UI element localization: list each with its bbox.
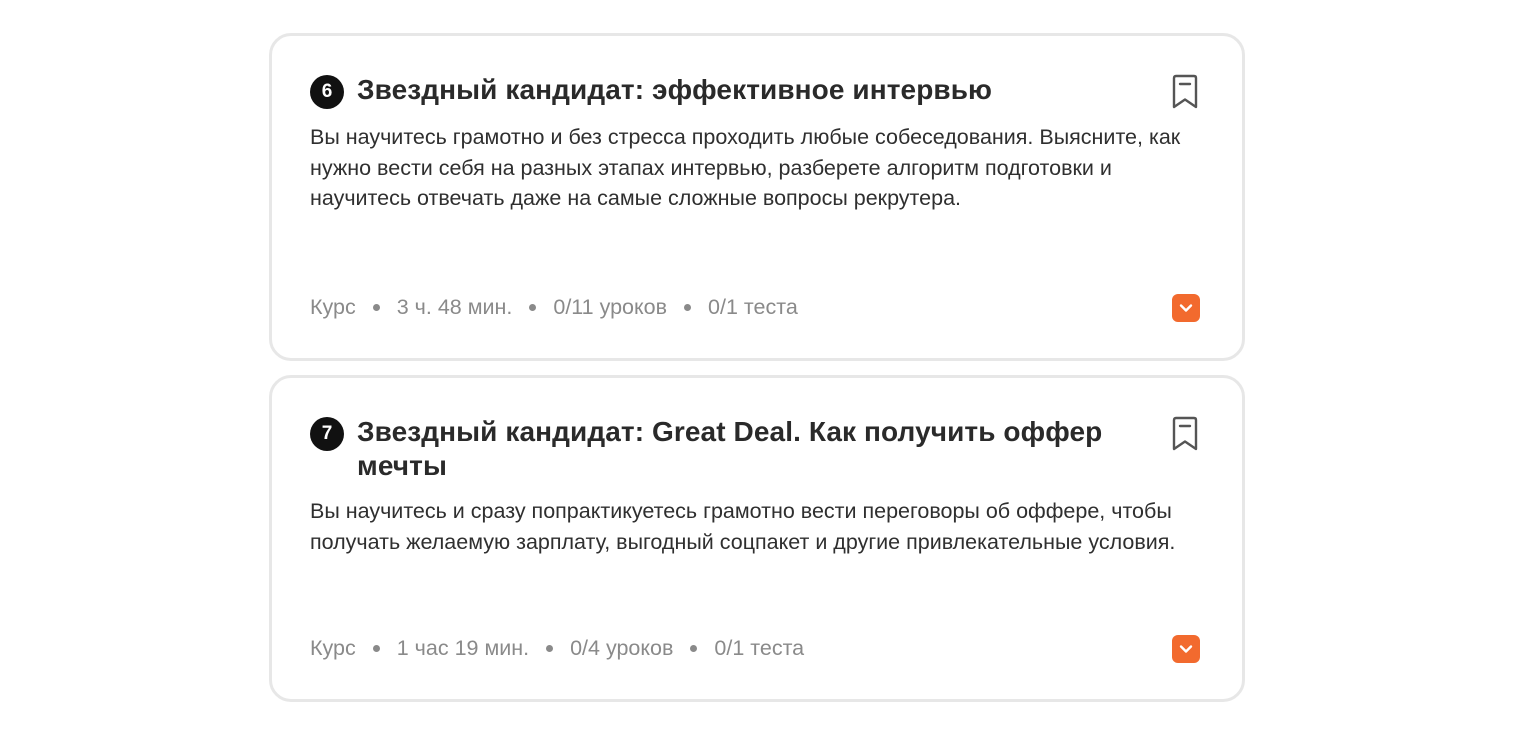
meta-separator	[546, 644, 554, 652]
course-duration: 3 ч. 48 мин.	[396, 295, 513, 319]
expand-button[interactable]	[1172, 294, 1200, 322]
meta-separator	[529, 303, 537, 311]
meta-separator	[372, 644, 380, 652]
course-tests-progress: 0/1 теста	[708, 295, 798, 319]
meta-separator	[684, 303, 692, 311]
chevron-down-icon	[1179, 645, 1193, 653]
course-lessons-progress: 0/4 уроков	[570, 636, 674, 660]
expand-button[interactable]	[1172, 635, 1200, 663]
course-title[interactable]: Звездный кандидат: Great Deal. Как получ…	[357, 415, 1140, 483]
course-lessons-progress: 0/11 уроков	[553, 295, 668, 319]
course-type: Курс	[310, 295, 356, 319]
meta-separator	[372, 303, 380, 311]
course-type: Курс	[310, 636, 356, 660]
course-description: Вы научитесь и сразу попрактикуетесь гра…	[310, 499, 1176, 554]
bookmark-icon[interactable]	[1170, 416, 1200, 452]
course-title[interactable]: Звездный кандидат: эффективное интервью	[357, 73, 992, 107]
course-duration: 1 час 19 мин.	[396, 636, 530, 660]
course-list: 6 Звездный кандидат: эффективное интервь…	[269, 33, 1245, 716]
course-meta: Курс 1 час 19 мин. 0/4 уроков 0/1 теста	[310, 635, 804, 661]
course-description: Вы научитесь грамотно и без стресса прох…	[310, 125, 1181, 210]
course-header: 6 Звездный кандидат: эффективное интервь…	[310, 73, 1200, 109]
course-number-badge: 6	[310, 75, 344, 109]
bookmark-icon[interactable]	[1170, 74, 1200, 110]
course-card[interactable]: 6 Звездный кандидат: эффективное интервь…	[269, 33, 1245, 361]
course-tests-progress: 0/1 теста	[714, 636, 805, 660]
course-meta: Курс 3 ч. 48 мин. 0/11 уроков 0/1 теста	[310, 294, 798, 320]
course-card[interactable]: 7 Звездный кандидат: Great Deal. Как пол…	[269, 375, 1245, 702]
course-header: 7 Звездный кандидат: Great Deal. Как пол…	[310, 415, 1200, 483]
meta-separator	[690, 644, 698, 652]
course-number-badge: 7	[310, 417, 344, 451]
chevron-down-icon	[1179, 304, 1193, 312]
